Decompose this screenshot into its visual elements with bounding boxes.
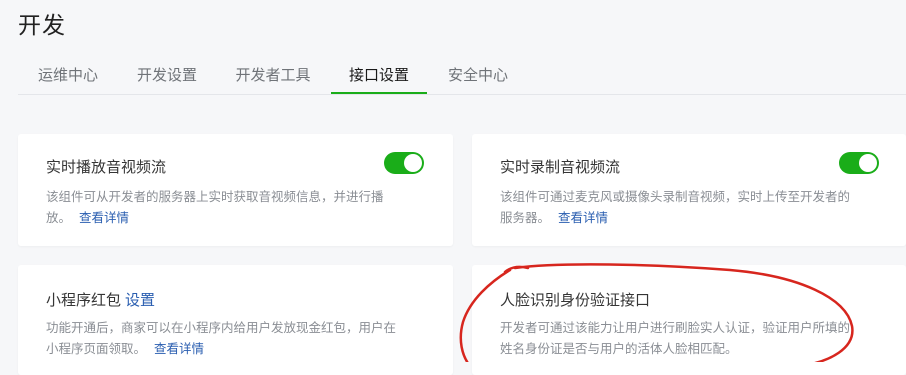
view-details-link[interactable]: 查看详情 xyxy=(79,210,129,225)
tab-dev-settings[interactable]: 开发设置 xyxy=(135,58,199,93)
tab-dev-tools[interactable]: 开发者工具 xyxy=(234,58,312,93)
card-description: 该组件可通过麦克风或摄像头录制音视频，实时上传至开发者的 服务器。 查看详情 xyxy=(500,186,900,228)
card-title: 实时播放音视频流 xyxy=(46,158,167,176)
tab-bar: 运维中心 开发设置 开发者工具 接口设置 安全中心 xyxy=(18,58,906,95)
card-red-packet: 小程序红包 设置 功能开通后，商家可以在小程序内给用户发放现金红包，用户在 小程序… xyxy=(18,265,453,375)
card-description: 该组件可从开发者的服务器上实时获取音视频信息，并进行播 放。 查看详情 xyxy=(46,186,441,228)
card-face-verify: 人脸识别身份验证接口 开发者可通过该能力让用户进行刷脸实人认证，验证用户所填的 … xyxy=(472,265,906,375)
desc-text: 服务器。 xyxy=(500,210,551,225)
desc-line: 该组件可通过麦克风或摄像头录制音视频，实时上传至开发者的 xyxy=(500,189,851,204)
desc-line-2: 小程序页面领取。 查看详情 xyxy=(46,338,446,359)
card-title-text: 小程序红包 xyxy=(46,291,122,309)
live-pusher-toggle[interactable] xyxy=(839,152,879,174)
settings-link[interactable]: 设置 xyxy=(125,291,155,309)
page-title: 开发 xyxy=(18,13,66,39)
card-title: 人脸识别身份验证接口 xyxy=(500,291,651,309)
tab-api-settings[interactable]: 接口设置 xyxy=(331,58,427,94)
card-description: 开发者可通过该能力让用户进行刷脸实人认证，验证用户所填的 姓名身份证是否与用户的… xyxy=(500,317,900,359)
card-live-player: 实时播放音视频流 该组件可从开发者的服务器上实时获取音视频信息，并进行播 放。查… xyxy=(18,134,453,246)
desc-text: 放。 xyxy=(46,210,72,225)
desc-line-2: 服务器。 查看详情 xyxy=(500,207,900,228)
desc-line-2: 姓名身份证是否与用户的活体人脸相匹配。 xyxy=(500,341,738,356)
desc-line: 该组件可从开发者的服务器上实时获取音视频信息，并进行播 xyxy=(46,189,384,204)
card-title: 实时录制音视频流 xyxy=(500,158,621,176)
desc-line-2: 放。 查看详情 xyxy=(46,207,441,228)
view-details-link[interactable]: 查看详情 xyxy=(558,210,608,225)
desc-line: 开发者可通过该能力让用户进行刷脸实人认证，验证用户所填的 xyxy=(500,320,851,335)
desc-line: 功能开通后，商家可以在小程序内给用户发放现金红包，用户在 xyxy=(46,320,397,335)
tab-security-center[interactable]: 安全中心 xyxy=(446,58,510,93)
toggle-knob xyxy=(859,154,877,172)
card-title: 小程序红包 设置 xyxy=(46,289,155,310)
desc-text: 小程序页面领取。 xyxy=(46,341,147,356)
toggle-knob xyxy=(404,154,422,172)
card-live-pusher: 实时录制音视频流 该组件可通过麦克风或摄像头录制音视频，实时上传至开发者的 服务… xyxy=(472,134,906,246)
card-description: 功能开通后，商家可以在小程序内给用户发放现金红包，用户在 小程序页面领取。 查看详… xyxy=(46,317,446,359)
view-details-link[interactable]: 查看详情 xyxy=(154,341,204,356)
tab-ops-center[interactable]: 运维中心 xyxy=(36,58,100,93)
live-player-toggle[interactable] xyxy=(384,152,424,174)
